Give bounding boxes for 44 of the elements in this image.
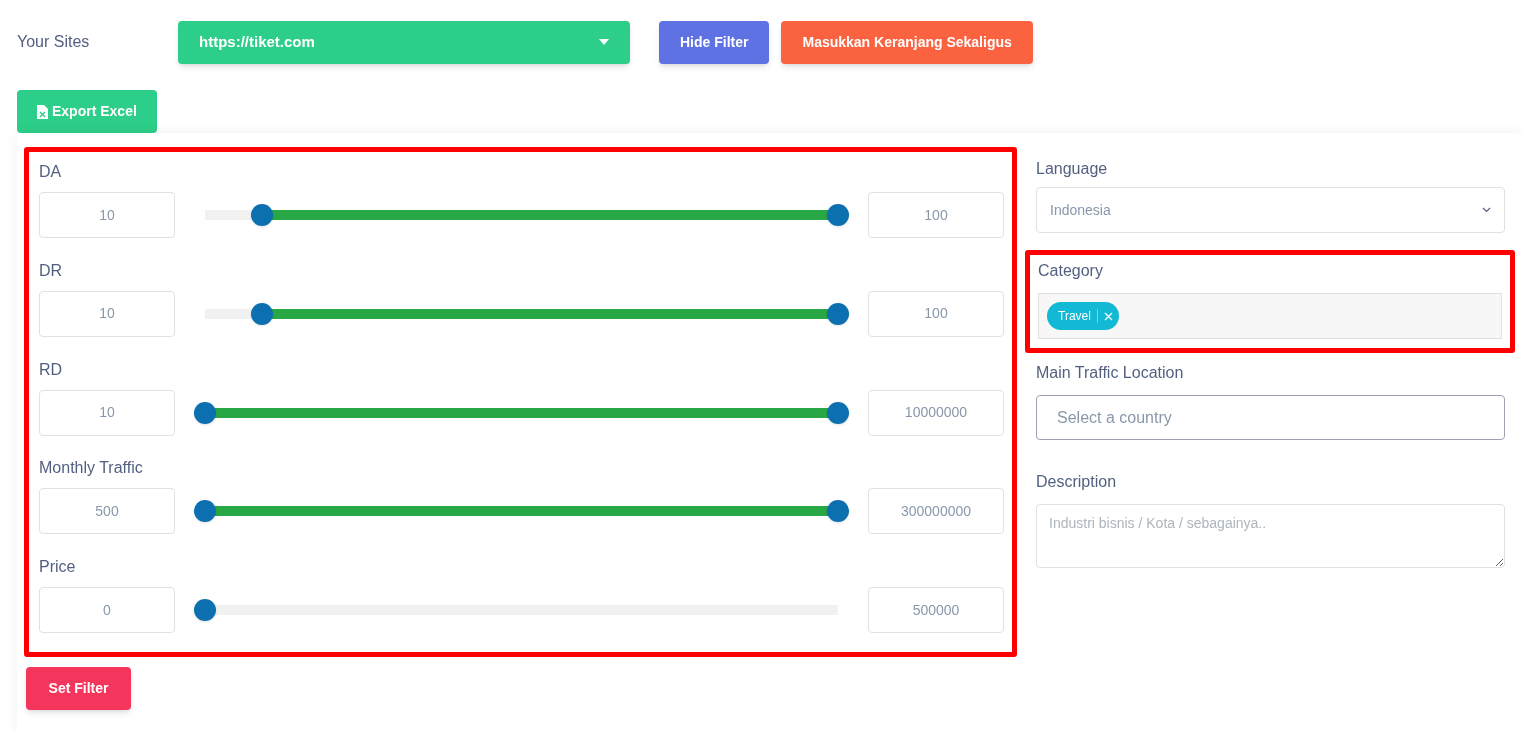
your-sites-label: Your Sites <box>17 32 91 52</box>
slider-thumb[interactable] <box>194 599 216 622</box>
language-label: Language <box>1036 159 1109 179</box>
range-filter-label: DA <box>39 162 63 182</box>
min-value-field[interactable]: 0 <box>39 587 175 634</box>
slider-thumb[interactable] <box>194 500 216 523</box>
site-select[interactable]: https://tiket.com <box>178 20 630 64</box>
caret-icon <box>599 39 609 45</box>
slider-thumb[interactable] <box>827 500 849 523</box>
slider-thumb[interactable] <box>194 401 216 424</box>
max-value-field[interactable]: 100 <box>868 192 1004 238</box>
slider-thumb[interactable] <box>250 204 273 226</box>
export-excel-button[interactable]: Export Excel <box>17 90 157 133</box>
hide-filter-button[interactable]: Hide Filter <box>659 20 770 64</box>
excel-file-icon <box>37 104 48 119</box>
max-value-field[interactable]: 300000000 <box>868 488 1004 535</box>
max-value-field[interactable]: 500000 <box>868 587 1004 634</box>
set-filter-button[interactable]: Set Filter <box>26 667 131 710</box>
chevron-down-icon <box>1482 207 1491 213</box>
range-slider[interactable] <box>194 401 849 424</box>
range-filter-label: Price <box>39 557 77 578</box>
slider-thumb[interactable] <box>827 401 849 424</box>
min-value-field[interactable]: 500 <box>39 488 175 535</box>
range-filter-label: DR <box>39 260 64 281</box>
range-filter-label: Monthly Traffic <box>39 458 144 479</box>
category-tag[interactable]: Travel <box>1047 302 1119 330</box>
category-tag-field[interactable]: Travel <box>1038 293 1502 339</box>
slider-thumb[interactable] <box>250 302 273 325</box>
max-value-field[interactable]: 10000000 <box>868 389 1004 436</box>
main-traffic-location-label: Main Traffic Location <box>1036 363 1185 383</box>
add-to-cart-button[interactable]: Masukkan Keranjang Sekaligus <box>781 20 1033 64</box>
country-select-field[interactable]: Select a country <box>1036 395 1505 440</box>
min-value-field[interactable]: 10 <box>39 389 175 436</box>
description-field[interactable]: Industri bisnis / Kota / sebagainya.. <box>1036 504 1505 568</box>
slider-thumb[interactable] <box>827 204 849 226</box>
language-select[interactable]: Indonesia <box>1036 187 1505 233</box>
max-value-field[interactable]: 100 <box>868 290 1004 337</box>
min-value-field[interactable]: 10 <box>39 290 175 337</box>
range-filter-label: RD <box>39 359 64 380</box>
range-slider[interactable] <box>194 500 849 523</box>
description-label: Description <box>1036 472 1118 492</box>
min-value-field[interactable]: 10 <box>39 192 175 238</box>
slider-thumb[interactable] <box>827 302 849 325</box>
category-label: Category <box>1038 261 1104 281</box>
